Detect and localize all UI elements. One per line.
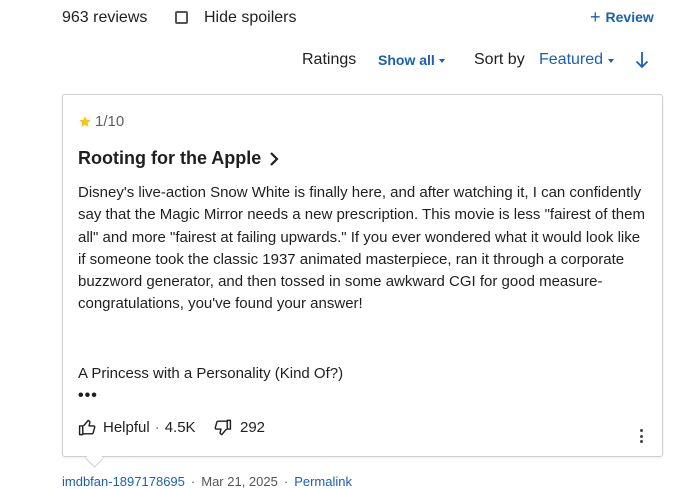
star-icon [79, 115, 91, 127]
separator-dot: · [154, 419, 160, 436]
ratings-filter-value: Show all [378, 52, 435, 68]
sort-down-arrow-icon[interactable] [633, 50, 651, 70]
separator-dot: · [190, 474, 196, 489]
review-title-link[interactable]: Rooting for the Apple [78, 148, 279, 169]
unhelpful-votes: 292 [213, 418, 265, 437]
helpful-count: 4.5K [164, 419, 196, 436]
ratings-label: Ratings [302, 51, 357, 68]
chevron-right-icon [270, 151, 279, 166]
kebab-menu-icon[interactable] [636, 429, 646, 443]
permalink-link[interactable]: Permalink [294, 474, 352, 489]
thumbs-up-icon[interactable] [78, 418, 97, 437]
review-body: Disney's live-action Snow White is final… [78, 184, 645, 313]
unhelpful-count: 292 [240, 419, 266, 436]
helpful-label[interactable]: Helpful [103, 419, 150, 436]
add-review-label: Review [605, 9, 654, 25]
review-date: Mar 21, 2025 [201, 474, 278, 489]
hide-spoilers-label[interactable]: Hide spoilers [204, 9, 296, 27]
add-review-button[interactable]: + Review [590, 7, 654, 27]
review-title: Rooting for the Apple [78, 148, 262, 168]
review-meta: imdbfan-1897178695 · Mar 21, 2025 · Perm… [62, 474, 352, 489]
review-count: 963 reviews [62, 9, 148, 26]
sort-dropdown[interactable]: Featured [539, 51, 615, 69]
review-subheading: A Princess with a Personality (Kind Of?) [78, 365, 344, 382]
ratings-filter-dropdown[interactable]: Show all [378, 52, 445, 68]
rating-scale: /10 [103, 113, 125, 130]
review-rating: 1/10 [78, 113, 124, 130]
helpful-votes: Helpful · 4.5K [78, 418, 196, 437]
hide-spoilers-checkbox[interactable] [175, 11, 188, 24]
caret-down-icon [608, 59, 615, 63]
author-link[interactable]: imdbfan-1897178695 [62, 474, 185, 489]
thumbs-down-icon[interactable] [213, 418, 232, 437]
caret-down-icon [438, 59, 445, 63]
sort-value: Featured [539, 51, 604, 68]
plus-icon: + [590, 7, 601, 27]
separator-dot: · [283, 474, 289, 489]
expand-review-button[interactable]: ••• [78, 387, 98, 405]
sort-by-label: Sort by [474, 51, 525, 68]
